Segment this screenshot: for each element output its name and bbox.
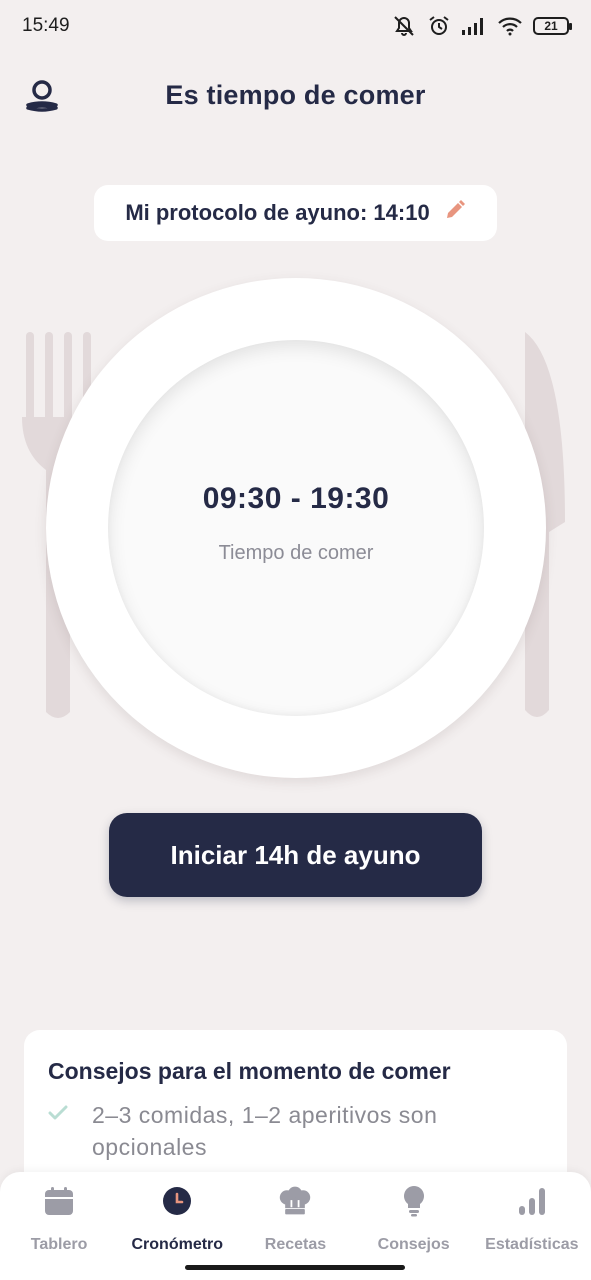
nav-label: Tablero [30, 1236, 88, 1253]
clock-icon [160, 1184, 194, 1218]
profile-icon[interactable] [24, 78, 60, 114]
calendar-icon [42, 1184, 76, 1218]
pencil-icon[interactable] [444, 199, 466, 227]
tip-text: 2–3 comidas, 1–2 aperitivos son opcional… [92, 1102, 438, 1160]
page-title: Es tiempo de comer [165, 79, 426, 110]
wifi-icon [497, 16, 523, 36]
protocol-selector[interactable]: Mi protocolo de ayuno: 14:10 [94, 185, 497, 241]
plate-center: 09:30 - 19:30 Tiempo de comer [108, 340, 484, 716]
eating-window-label: Tiempo de comer [218, 541, 374, 564]
nav-label: Cronómetro [131, 1236, 224, 1253]
home-indicator[interactable] [185, 1265, 405, 1270]
check-icon [48, 1099, 72, 1163]
mute-vibrate-icon [391, 14, 417, 38]
header: Es tiempo de comer [0, 70, 591, 120]
nav-label: Recetas [264, 1236, 327, 1253]
status-bar: 15:49 21 [0, 0, 591, 52]
plate: 09:30 - 19:30 Tiempo de comer [46, 278, 546, 778]
tip-item: 2–3 comidas, 1–2 aperitivos son opcional… [48, 1099, 543, 1163]
nav-label: Estadísticas [485, 1236, 579, 1253]
battery-icon: 21 [533, 17, 572, 35]
chef-hat-icon [278, 1184, 312, 1218]
protocol-label: Mi protocolo de ayuno: 14:10 [125, 200, 430, 225]
plate-area: 09:30 - 19:30 Tiempo de comer [0, 270, 591, 790]
battery-level: 21 [544, 19, 558, 33]
lightbulb-icon [397, 1184, 431, 1218]
status-icons: 21 [391, 14, 572, 38]
tips-title: Consejos para el momento de comer [48, 1058, 451, 1084]
start-fast-button[interactable]: Iniciar 14h de ayuno [109, 813, 482, 897]
nav-item-tablero[interactable]: Tablero [0, 1184, 118, 1280]
bar-chart-icon [515, 1184, 549, 1218]
status-time: 15:49 [22, 15, 70, 36]
nav-item-estadisticas[interactable]: Estadísticas [473, 1184, 591, 1280]
nav-label: Consejos [377, 1236, 450, 1253]
signal-icon [461, 16, 487, 36]
alarm-icon [427, 14, 451, 38]
bottom-nav: Tablero Cronómetro Recetas Consejos Esta… [0, 1172, 591, 1280]
eating-window-time: 09:30 - 19:30 [202, 481, 390, 515]
